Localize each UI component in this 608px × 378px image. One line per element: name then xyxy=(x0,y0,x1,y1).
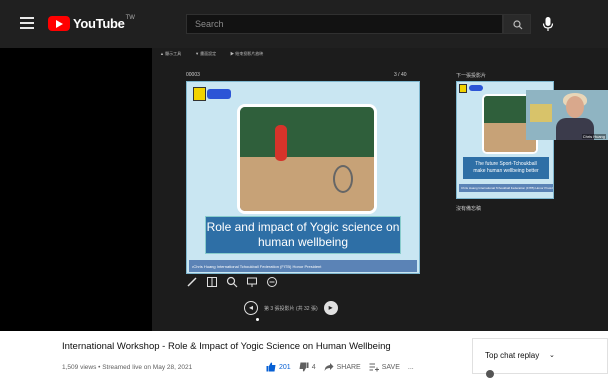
zoom-toolbar-item: ▶ 結束投影片放映 xyxy=(230,51,264,56)
federation-logo xyxy=(193,87,206,101)
slide-logo-graphic xyxy=(469,85,483,91)
like-count: 201 xyxy=(279,363,291,371)
dislike-count: 4 xyxy=(311,363,316,371)
hamburger-menu-icon[interactable] xyxy=(20,17,34,29)
speaker-notes-label: 沒有備忘稿 xyxy=(456,206,482,212)
video-actions: 201 4 SHARE SAVE ... xyxy=(266,362,414,372)
search-input[interactable]: Search xyxy=(186,14,503,34)
slide-counter: 3 / 40 xyxy=(394,72,407,78)
photo-player xyxy=(275,125,287,161)
youtube-logo-text: YouTube xyxy=(73,16,125,31)
slide-photo xyxy=(237,104,377,214)
federation-logo xyxy=(459,84,467,93)
slide-title-box: Role and impact of Yogic science on huma… xyxy=(205,216,401,254)
zoom-toolbar-item: ▲ 顯示工具 xyxy=(160,51,182,56)
next-slide-title-line: make human wellbeing better xyxy=(473,168,539,174)
dislike-button[interactable]: 4 xyxy=(299,362,316,372)
share-icon xyxy=(324,363,334,371)
more-options-icon[interactable] xyxy=(266,276,278,288)
presenter-name: Chris Huang xyxy=(581,134,606,139)
slide-header xyxy=(190,84,390,106)
slide-footer: •Chris Huang International Tchoukball Fe… xyxy=(189,260,417,272)
slide-title-line: human wellbeing xyxy=(257,235,349,249)
video-title: International Workshop - Role & Impact o… xyxy=(62,341,391,352)
youtube-country-code: TW xyxy=(125,15,135,21)
playlist-add-icon xyxy=(369,363,379,372)
current-slide: Role and impact of Yogic science on huma… xyxy=(186,81,420,274)
chat-replay-panel[interactable]: Top chat replay ⌄ xyxy=(472,338,608,374)
photo-tchoukball-frame xyxy=(333,165,353,193)
slide-timer: 00003 xyxy=(186,72,200,78)
video-player[interactable]: ▲ 顯示工具 ▼ 畫面設定 ▶ 結束投影片放映 00003 3 / 40 下一張… xyxy=(0,48,608,366)
share-button[interactable]: SHARE xyxy=(324,362,361,372)
camera-background-object xyxy=(530,104,552,122)
youtube-header: YouTube TW Search xyxy=(0,0,608,48)
slide-logo-graphic xyxy=(207,89,231,99)
video-meta: 1,509 views • Streamed live on May 28, 2… xyxy=(62,364,193,371)
presenter-camera-tile: Chris Huang xyxy=(526,90,608,140)
photo-floor xyxy=(240,156,374,211)
zoom-search-icon[interactable] xyxy=(226,276,238,288)
presenter-face xyxy=(566,96,584,118)
chat-replay-label[interactable]: Top chat replay xyxy=(485,351,539,360)
share-label: SHARE xyxy=(336,363,361,371)
youtube-logo[interactable]: YouTube TW xyxy=(48,15,135,32)
slide-navigation: ◂ 第 3 張投影片 (共 32 張) ▸ xyxy=(244,301,338,315)
next-slide-title: The future Sport-Tchoukball make human w… xyxy=(473,161,538,175)
zoom-toolbar-item: ▼ 畫面設定 xyxy=(195,51,217,56)
like-button[interactable]: 201 xyxy=(266,362,291,372)
next-slide-icon[interactable]: ▸ xyxy=(323,301,338,315)
save-label: SAVE xyxy=(381,363,400,371)
more-actions-button[interactable]: ... xyxy=(408,364,414,371)
next-slide-footer: Chris Huang International Tchoukball Fed… xyxy=(459,184,553,192)
thumbs-down-icon xyxy=(299,362,309,372)
slide-progress-indicator xyxy=(256,318,259,321)
presenter-controls xyxy=(186,276,278,288)
search-icon xyxy=(513,20,523,30)
more-actions-label: ... xyxy=(407,363,414,371)
next-slide-title-line: The future Sport-Tchoukball xyxy=(475,161,537,167)
pen-icon[interactable] xyxy=(186,276,198,288)
next-slide-label: 下一張投影片 xyxy=(456,73,487,79)
zoom-toolbar: ▲ 顯示工具 ▼ 畫面設定 ▶ 結束投影片放映 xyxy=(160,48,263,60)
chevron-down-icon[interactable]: ⌄ xyxy=(549,351,555,359)
next-slide-title-box: The future Sport-Tchoukball make human w… xyxy=(463,157,549,179)
avatar xyxy=(486,370,494,378)
microphone-icon xyxy=(542,17,554,31)
save-button[interactable]: SAVE xyxy=(369,362,400,372)
voice-search-button[interactable] xyxy=(540,15,556,33)
thumbs-up-icon xyxy=(266,362,276,372)
slides-grid-icon[interactable] xyxy=(206,276,218,288)
slide-title-line: Role and impact of Yogic science on xyxy=(206,220,400,234)
youtube-play-icon xyxy=(48,16,70,31)
slide-title: Role and impact of Yogic science on huma… xyxy=(207,220,400,250)
slide-nav-text: 第 3 張投影片 (共 32 張) xyxy=(264,305,318,312)
screen-icon[interactable] xyxy=(246,276,258,288)
photo-stands xyxy=(240,107,374,157)
previous-slide-icon[interactable]: ◂ xyxy=(244,301,258,315)
search-button[interactable] xyxy=(503,14,531,34)
